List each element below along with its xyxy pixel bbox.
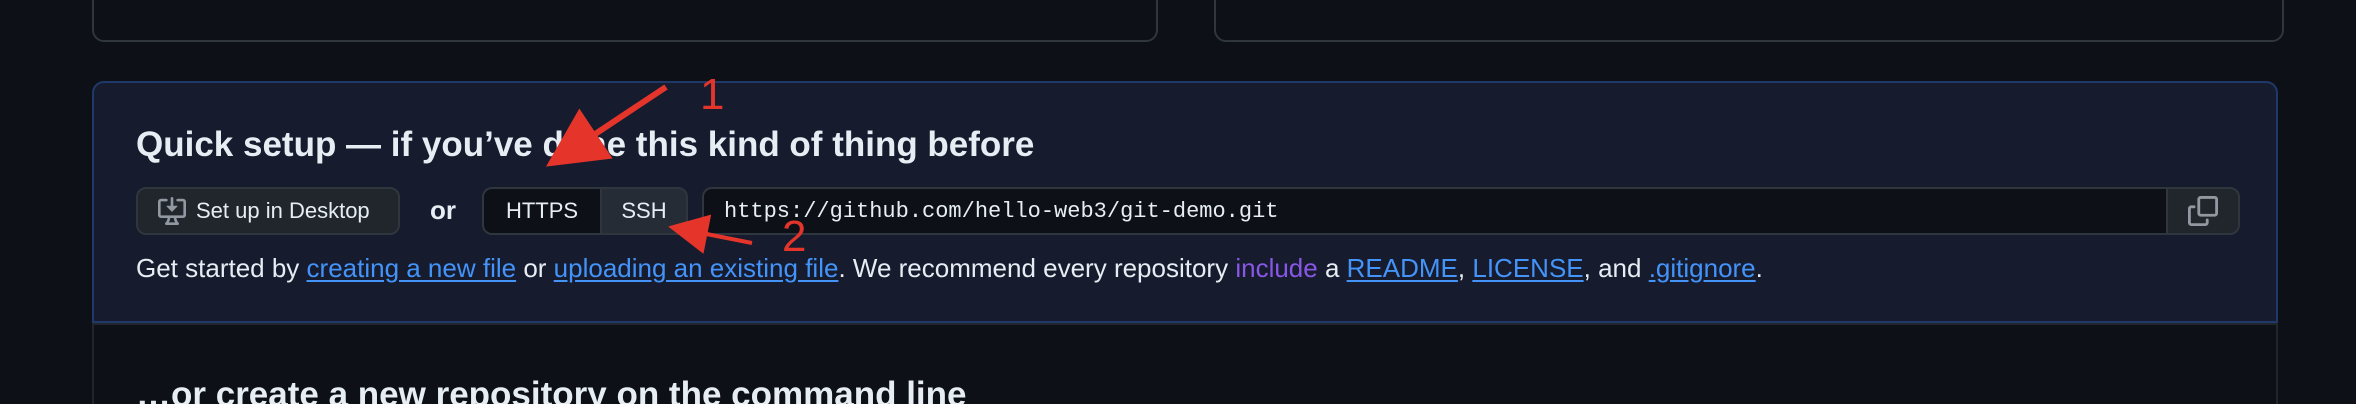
creating-new-file-link[interactable]: creating a new file — [307, 253, 517, 283]
annotation-label-1: 1 — [700, 70, 725, 119]
desktop-download-icon — [158, 197, 186, 225]
clone-url-input[interactable]: https://github.com/hello-web3/git-demo.g… — [702, 187, 2168, 235]
https-button[interactable]: HTTPS — [482, 187, 600, 235]
copy-url-button[interactable] — [2166, 187, 2240, 235]
getting-started-a: a — [1317, 253, 1347, 283]
annotation-label-2: 2 — [782, 212, 807, 261]
getting-started-comma: , — [1457, 253, 1473, 283]
command-line-panel: …or create a new repository on the comma… — [92, 323, 2278, 404]
top-card-left — [92, 0, 1158, 42]
getting-started-end: . — [1755, 253, 1763, 283]
setup-in-desktop-label: Set up in Desktop — [196, 198, 370, 223]
getting-started-prefix: Get started by — [136, 253, 307, 283]
setup-in-desktop-button[interactable]: Set up in Desktop — [136, 187, 400, 235]
getting-started-middle: . We recommend every repository — [838, 253, 1236, 283]
quick-setup-panel: Quick setup — if you’ve done this kind o… — [92, 81, 2278, 323]
quick-setup-title: Quick setup — if you’ve done this kind o… — [136, 125, 1035, 164]
protocol-toggle: HTTPS SSH — [482, 187, 688, 235]
getting-started-or: or — [516, 253, 554, 283]
ssh-button[interactable]: SSH — [600, 187, 688, 235]
readme-link[interactable]: README — [1347, 253, 1458, 283]
getting-started-text: Get started by creating a new file or up… — [136, 253, 1763, 284]
or-label: or — [430, 195, 456, 225]
copy-icon — [2188, 196, 2218, 226]
command-line-title: …or create a new repository on the comma… — [136, 375, 967, 404]
getting-started-and: , and — [1583, 253, 1649, 283]
license-link[interactable]: LICENSE — [1472, 253, 1583, 283]
top-card-right — [1214, 0, 2284, 42]
gitignore-link[interactable]: .gitignore — [1649, 253, 1756, 283]
include-word: include — [1235, 253, 1318, 283]
page: Quick setup — if you’ve done this kind o… — [0, 0, 2356, 404]
